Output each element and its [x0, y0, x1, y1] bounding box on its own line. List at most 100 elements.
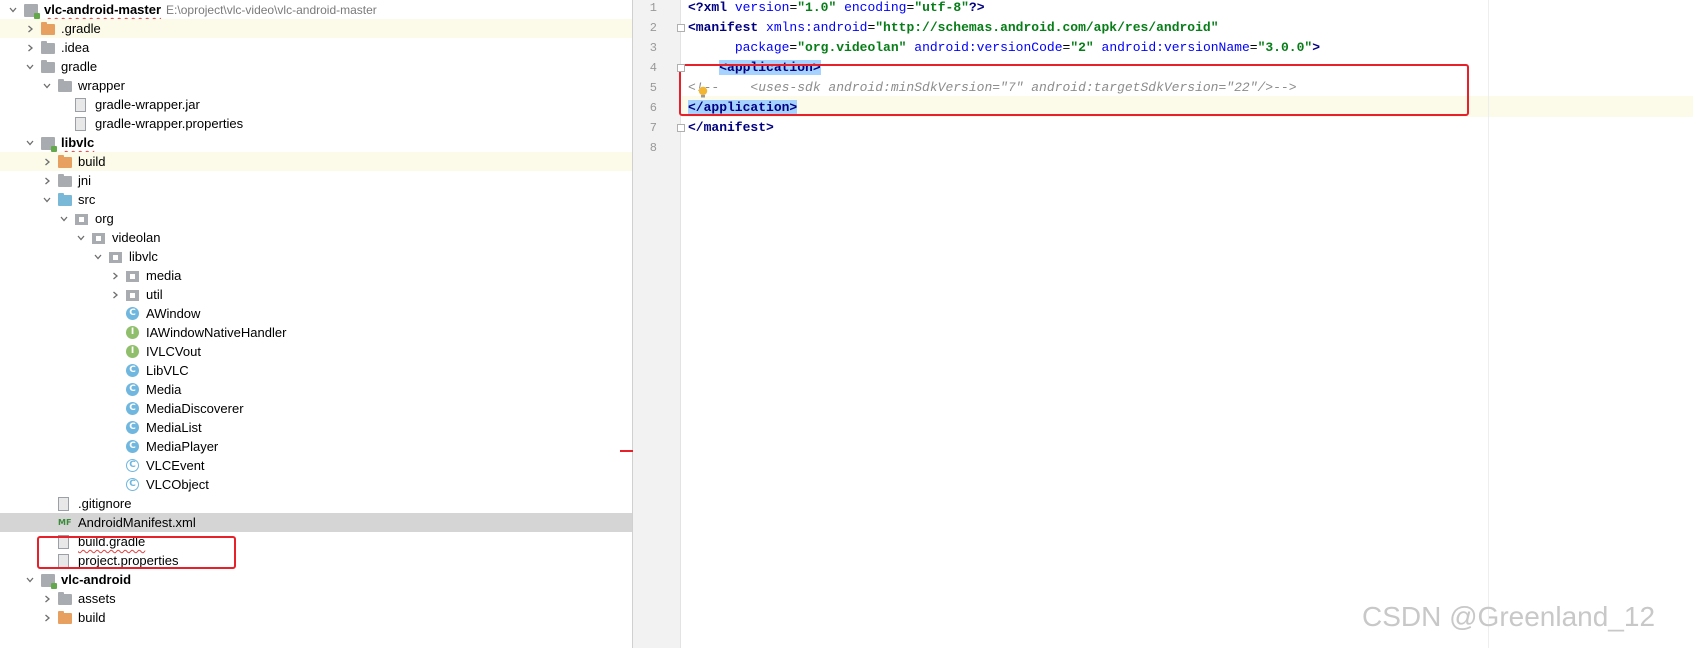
tree-item-name: src	[78, 192, 96, 207]
tree-row[interactable]: gradle-wrapper.jar	[0, 95, 632, 114]
fold-marker-icon[interactable]	[677, 64, 685, 72]
tree-item-name: org	[95, 211, 114, 226]
tree-row[interactable]: vlc-android	[0, 570, 632, 589]
tree-item-name: .gitignore	[78, 496, 132, 511]
tree-item-label: vlc-android-master E:\oproject\vlc-video\…	[44, 0, 377, 20]
tree-row[interactable]: gradle	[0, 57, 632, 76]
fold-marker-icon[interactable]	[677, 24, 685, 32]
chevron-right-icon[interactable]	[23, 19, 37, 39]
tree-item-name: IVLCVout	[146, 344, 201, 359]
tree-item-name: AndroidManifest.xml	[78, 515, 196, 530]
code-line[interactable]: <manifest xmlns:android="http://schemas.…	[688, 18, 1219, 38]
tree-row[interactable]: I IAWindowNativeHandler	[0, 323, 632, 342]
chevron-down-icon[interactable]	[74, 228, 88, 248]
tree-row[interactable]: .gitignore	[0, 494, 632, 513]
tree-item-label: util	[146, 285, 163, 305]
tree-row[interactable]: util	[0, 285, 632, 304]
line-number: 7	[649, 121, 657, 135]
tree-row[interactable]: .gradle	[0, 19, 632, 38]
tree-row[interactable]: org	[0, 209, 632, 228]
chevron-down-icon[interactable]	[23, 57, 37, 77]
code-token: android:versionName	[1101, 40, 1250, 55]
tree-item-name: gradle-wrapper.properties	[95, 116, 244, 131]
line-number: 3	[649, 41, 657, 55]
chevron-down-icon[interactable]	[40, 76, 54, 96]
chevron-right-icon[interactable]	[40, 171, 54, 191]
tree-row[interactable]: videolan	[0, 228, 632, 247]
chevron-right-icon[interactable]	[108, 285, 122, 305]
tree-row[interactable]: jni	[0, 171, 632, 190]
tree-row[interactable]: assets	[0, 589, 632, 608]
tree-item-label: wrapper	[78, 76, 125, 96]
tree-row[interactable]: C Media	[0, 380, 632, 399]
tree-item-label: MediaPlayer	[146, 437, 218, 457]
tree-row[interactable]: vlc-android-master E:\oproject\vlc-video\…	[0, 0, 632, 19]
properties-file-icon	[75, 117, 91, 131]
tree-item-label: org	[95, 209, 114, 229]
tree-row[interactable]: C MediaDiscoverer	[0, 399, 632, 418]
icon-glyph: C	[126, 383, 139, 396]
tree-item-name: libvlc	[61, 135, 95, 150]
code-token: xml	[703, 0, 735, 15]
tree-row[interactable]: C MediaList	[0, 418, 632, 437]
tree-row[interactable]: media	[0, 266, 632, 285]
tree-row[interactable]: C LibVLC	[0, 361, 632, 380]
tree-row[interactable]: C AWindow	[0, 304, 632, 323]
code-token: "1.0"	[797, 0, 837, 15]
gitignore-file-icon	[58, 497, 74, 511]
class-icon: C	[126, 440, 142, 454]
tree-item-label: media	[146, 266, 181, 286]
chevron-down-icon[interactable]	[91, 247, 105, 267]
code-token: encoding	[844, 0, 907, 15]
code-line[interactable]: <?xml version="1.0" encoding="utf-8"?>	[688, 0, 985, 18]
code-token: </manifest>	[688, 120, 774, 135]
manifest-file-icon: MF	[58, 516, 74, 530]
tree-item-label: build	[78, 152, 105, 172]
chevron-right-icon[interactable]	[23, 38, 37, 58]
fold-marker-icon[interactable]	[677, 124, 685, 132]
code-token: <?	[688, 0, 704, 15]
tree-row[interactable]: gradle-wrapper.properties	[0, 114, 632, 133]
tree-row[interactable]: C MediaPlayer	[0, 437, 632, 456]
tree-item-name: videolan	[112, 230, 161, 245]
tree-row[interactable]: wrapper	[0, 76, 632, 95]
tree-row[interactable]: C VLCEvent	[0, 456, 632, 475]
tree-item-label: libvlc	[61, 133, 94, 153]
tree-item-name: media	[146, 268, 182, 283]
tree-row[interactable]: build	[0, 608, 632, 627]
chevron-right-icon[interactable]	[40, 589, 54, 609]
tree-row[interactable]: build	[0, 152, 632, 171]
chevron-right-icon[interactable]	[40, 152, 54, 172]
module-icon	[41, 136, 57, 152]
package-icon	[109, 250, 125, 264]
chevron-down-icon[interactable]	[6, 0, 20, 20]
tree-row[interactable]: I IVLCVout	[0, 342, 632, 361]
chevron-down-icon[interactable]	[23, 570, 37, 590]
line-number: 2	[649, 21, 657, 35]
tree-row[interactable]: MF AndroidManifest.xml	[0, 513, 632, 532]
tree-item-label: AWindow	[146, 304, 200, 324]
code-line[interactable]: </manifest>	[688, 118, 774, 138]
code-line[interactable]: package = "org.videolan" android:versionCo…	[688, 38, 1320, 58]
package-icon	[75, 212, 91, 226]
chevron-down-icon[interactable]	[40, 190, 54, 210]
tree-item-name: libvlc	[129, 249, 158, 264]
lightbulb-icon[interactable]	[697, 86, 709, 98]
icon-glyph: MF	[58, 518, 72, 527]
chevron-right-icon[interactable]	[40, 608, 54, 628]
tree-item-label: gradle	[61, 57, 97, 77]
tree-item-label: VLCEvent	[146, 456, 205, 476]
code-token: "org.videolan"	[797, 40, 907, 55]
chevron-right-icon[interactable]	[108, 266, 122, 286]
tree-item-name: jni	[78, 173, 92, 188]
tree-row[interactable]: src	[0, 190, 632, 209]
tree-row[interactable]: libvlc	[0, 133, 632, 152]
tree-item-label: .idea	[61, 38, 89, 58]
tree-item-name: VLCObject	[146, 477, 209, 492]
tree-row[interactable]: .idea	[0, 38, 632, 57]
tree-row[interactable]: libvlc	[0, 247, 632, 266]
chevron-down-icon[interactable]	[57, 209, 71, 229]
tree-row[interactable]: C VLCObject	[0, 475, 632, 494]
chevron-down-icon[interactable]	[23, 133, 37, 153]
icon-glyph: C	[126, 307, 139, 320]
